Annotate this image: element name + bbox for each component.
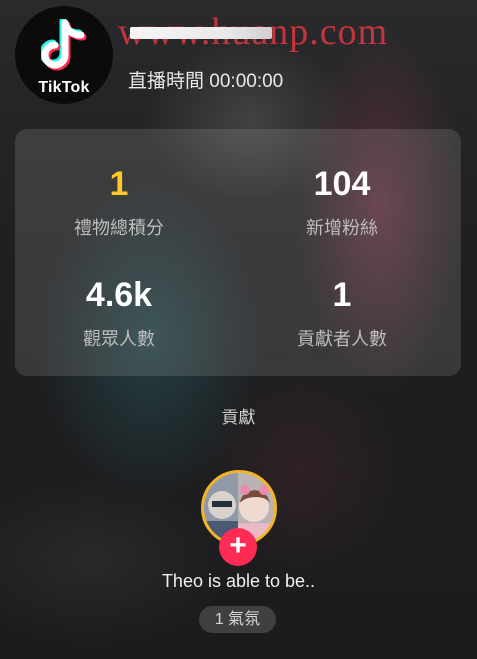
stat-label: 新增粉絲: [306, 218, 378, 238]
stats-card: 1 禮物總積分 104 新增粉絲 4.6k 觀眾人數 1 貢獻者人數: [15, 129, 461, 376]
music-note-icon: [41, 19, 87, 71]
stat-label: 禮物總積分: [74, 218, 164, 238]
plus-icon: +: [229, 529, 247, 562]
tiktok-logo: TikTok: [15, 6, 113, 104]
host-name-redacted: [130, 27, 272, 39]
stat-value: 1: [332, 276, 352, 314]
stat-value: 104: [313, 165, 371, 203]
stat-value: 1: [109, 165, 129, 203]
stat-viewers: 4.6k 觀眾人數: [19, 275, 219, 351]
stat-new-followers: 104 新增粉絲: [242, 164, 442, 240]
live-duration: 直播時間 00:00:00: [128, 71, 284, 92]
stat-label: 觀眾人數: [83, 329, 155, 349]
add-follow-button[interactable]: +: [219, 528, 257, 566]
logo-text: TikTok: [38, 79, 90, 96]
contributor-name: Theo is able to be..: [161, 571, 316, 591]
contribution-title: 貢獻: [221, 408, 256, 427]
stat-contributors: 1 貢獻者人數: [242, 275, 442, 351]
stat-value: 4.6k: [85, 276, 153, 314]
stat-gift-points: 1 禮物總積分: [19, 164, 219, 240]
vibe-count-badge: 1 氣氛: [199, 606, 276, 633]
stat-label: 貢獻者人數: [297, 329, 387, 349]
